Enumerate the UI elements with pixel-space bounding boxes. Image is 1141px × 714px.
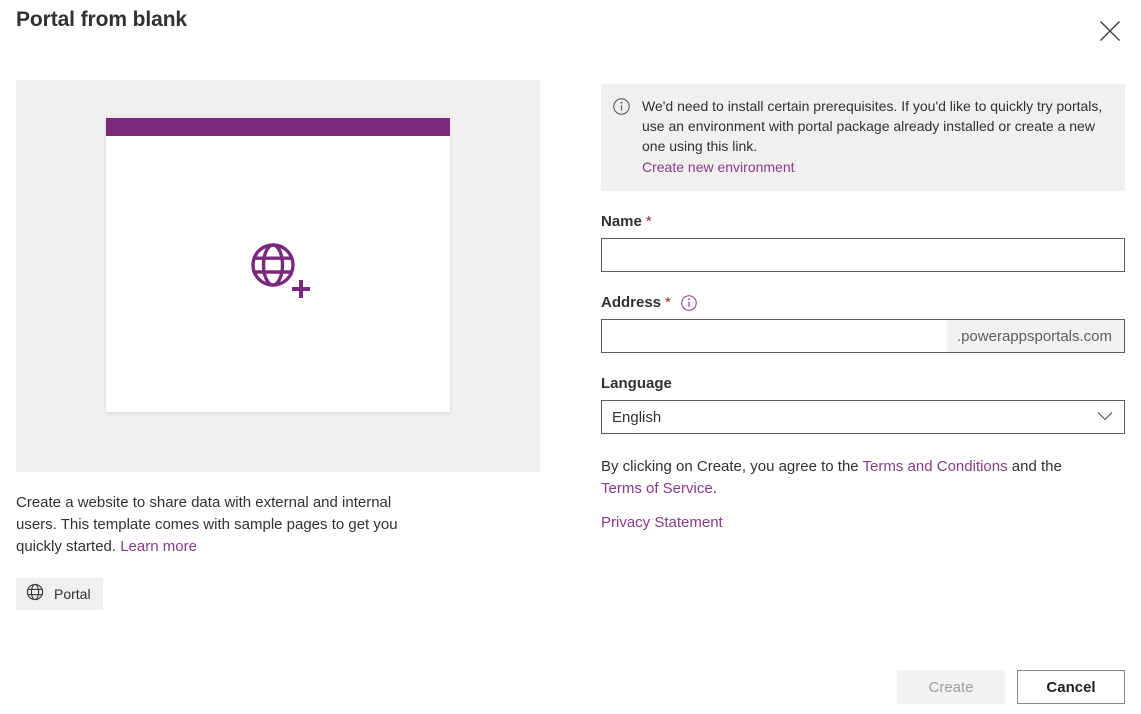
globe-plus-icon xyxy=(242,236,314,313)
name-label: Name * xyxy=(601,213,1125,230)
address-required-marker: * xyxy=(665,294,671,311)
chevron-down-icon xyxy=(1097,408,1113,426)
preview-card xyxy=(106,118,450,412)
dialog-footer: Create Cancel xyxy=(897,670,1125,704)
privacy-statement-link[interactable]: Privacy Statement xyxy=(601,514,723,531)
close-icon xyxy=(1099,20,1121,42)
preview-panel xyxy=(16,80,540,472)
language-select[interactable]: English xyxy=(601,400,1125,434)
banner-message: We'd need to install certain prerequisit… xyxy=(642,98,1103,154)
template-tag-chip: Portal xyxy=(16,578,103,610)
create-portal-form: We'd need to install certain prerequisit… xyxy=(601,84,1125,531)
globe-icon xyxy=(26,583,44,606)
language-label-text: Language xyxy=(601,375,672,392)
terms-and-conditions-link[interactable]: Terms and Conditions xyxy=(863,458,1008,475)
address-info-icon[interactable] xyxy=(681,294,697,311)
info-circle-icon xyxy=(613,98,630,177)
legal-text-after: . xyxy=(712,480,717,497)
legal-text-middle: and the xyxy=(1007,458,1062,475)
legal-text-before: By clicking on Create, you agree to the xyxy=(601,458,863,475)
privacy-statement-row: Privacy Statement xyxy=(601,514,1125,531)
template-description-text: Create a website to share data with exte… xyxy=(16,494,398,555)
language-label: Language xyxy=(601,375,1125,392)
language-selected-value: English xyxy=(612,408,662,426)
address-field-group: Address * .powerappsportals.com xyxy=(601,294,1125,353)
page-title: Portal from blank xyxy=(16,8,187,31)
banner-text-wrap: We'd need to install certain prerequisit… xyxy=(642,96,1109,177)
address-label: Address * xyxy=(601,294,1125,311)
address-label-text: Address xyxy=(601,294,662,311)
close-button[interactable] xyxy=(1093,14,1127,48)
name-required-marker: * xyxy=(645,213,652,230)
preview-card-header-bar xyxy=(106,118,450,136)
address-input[interactable] xyxy=(602,320,947,352)
language-field-group: Language English xyxy=(601,375,1125,434)
legal-agreement-text: By clicking on Create, you agree to the … xyxy=(601,456,1101,500)
preview-card-body xyxy=(106,136,450,412)
name-input[interactable] xyxy=(601,238,1125,272)
template-tag-label: Portal xyxy=(54,586,91,602)
dialog-header: Portal from blank xyxy=(0,0,1141,62)
create-new-environment-link[interactable]: Create new environment xyxy=(642,157,1109,177)
terms-of-service-link[interactable]: Terms of Service xyxy=(601,480,713,497)
name-label-text: Name xyxy=(601,213,642,230)
address-input-wrapper: .powerappsportals.com xyxy=(601,319,1125,353)
template-preview-column: Create a website to share data with exte… xyxy=(16,80,540,610)
learn-more-link[interactable]: Learn more xyxy=(120,538,197,555)
template-description: Create a website to share data with exte… xyxy=(16,492,436,558)
cancel-button[interactable]: Cancel xyxy=(1017,670,1125,704)
address-domain-suffix: .powerappsportals.com xyxy=(946,320,1124,352)
create-button[interactable]: Create xyxy=(897,670,1005,704)
name-field-group: Name * xyxy=(601,213,1125,272)
prerequisites-info-banner: We'd need to install certain prerequisit… xyxy=(601,84,1125,191)
